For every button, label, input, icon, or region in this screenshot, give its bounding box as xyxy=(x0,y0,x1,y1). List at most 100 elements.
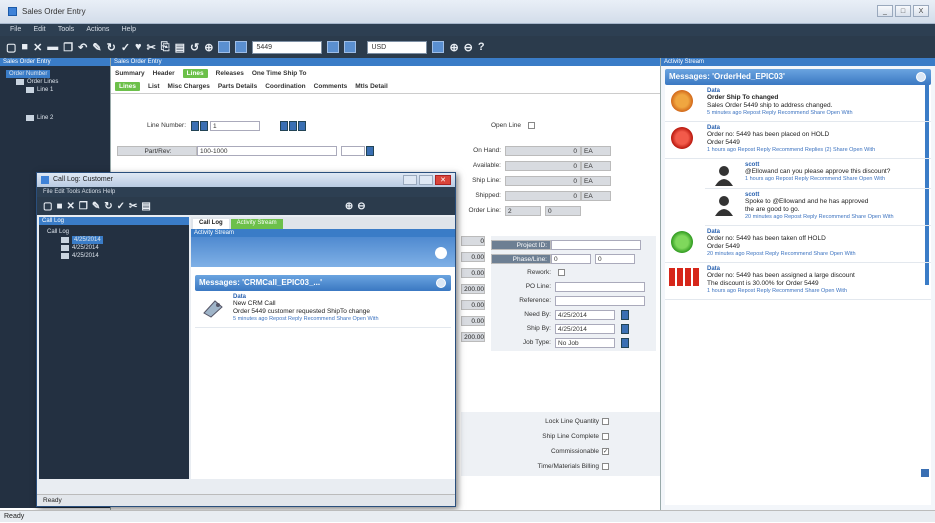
close-button[interactable]: X xyxy=(913,5,929,17)
zoom-in-icon[interactable]: ⊕ xyxy=(345,201,353,212)
heart-icon[interactable]: ♥ xyxy=(135,41,142,53)
chat-icon[interactable] xyxy=(916,72,926,82)
post-actions[interactable]: 1 hours ago Repost Reply Recommend Share… xyxy=(707,288,927,295)
tree-item-call-log[interactable]: Call Log xyxy=(47,228,189,236)
cut-icon[interactable]: ✂ xyxy=(147,41,156,54)
tree-item-order[interactable]: Order Number xyxy=(6,70,110,78)
subtab-misc-charges[interactable]: Misc Charges xyxy=(168,83,210,90)
tree-item-call[interactable]: 4/25/2014 xyxy=(47,244,189,252)
undo-icon[interactable]: ↶ xyxy=(78,41,87,54)
zoom-out-icon[interactable]: ⊖ xyxy=(464,41,473,54)
back-icon[interactable]: ↺ xyxy=(190,41,199,54)
copy-icon[interactable]: ❐ xyxy=(63,41,73,54)
last-line-button[interactable] xyxy=(289,120,298,131)
calendar-icon[interactable] xyxy=(621,323,629,334)
dialog-maximize-button[interactable] xyxy=(419,175,433,185)
prev-line-button[interactable] xyxy=(200,120,209,131)
open-line-checkbox[interactable] xyxy=(528,122,535,129)
folder-icon[interactable]: ▬ xyxy=(47,41,58,53)
order-number-field[interactable]: 5449 xyxy=(252,40,323,54)
calendar-icon[interactable] xyxy=(621,309,629,320)
post-actions[interactable]: 5 minutes ago Repost Reply Recommend Sha… xyxy=(707,110,927,117)
tree-item-lines[interactable]: Order Lines xyxy=(6,78,110,86)
currency-dropdown[interactable] xyxy=(432,41,445,53)
scroll-thumb[interactable] xyxy=(921,469,929,477)
subtab-coordination[interactable]: Coordination xyxy=(265,83,305,90)
commissionable-checkbox[interactable]: ✓ xyxy=(602,448,609,455)
print-icon[interactable]: ▤ xyxy=(141,201,150,212)
post-actions[interactable]: 1 hours ago Repost Reply Recommend Repli… xyxy=(707,147,927,154)
paste-icon[interactable]: ⎘ xyxy=(161,41,170,54)
delete-icon[interactable]: ✕ xyxy=(33,41,42,54)
post-actions[interactable]: 20 minutes ago Repost Reply Recommend Sh… xyxy=(707,251,927,258)
subtab-list[interactable]: List xyxy=(148,83,160,90)
rework-checkbox[interactable] xyxy=(558,269,565,276)
lock-qty-checkbox[interactable] xyxy=(602,418,609,425)
currency-field[interactable]: USD xyxy=(367,40,428,54)
help-icon[interactable]: ? xyxy=(478,41,485,53)
save-icon[interactable]: ■ xyxy=(56,201,62,212)
nav-first-button[interactable] xyxy=(218,41,231,53)
tree-item-call[interactable]: 4/25/2014 xyxy=(47,252,189,260)
tab-one-time-ship-to[interactable]: One Time Ship To xyxy=(252,70,307,77)
binoculars-icon[interactable]: ⊕ xyxy=(204,41,213,54)
chat-icon[interactable] xyxy=(436,278,446,288)
tree-item-line[interactable]: Line 2 xyxy=(6,114,110,122)
tab-lines[interactable]: Lines xyxy=(182,68,208,78)
nav-last-button[interactable] xyxy=(344,41,357,53)
menu-file[interactable]: File xyxy=(10,26,21,33)
post-actions[interactable]: 1 hours ago Repost Reply Recommend Share… xyxy=(745,176,927,183)
attach-icon[interactable]: ✎ xyxy=(92,201,100,212)
check-icon[interactable]: ✓ xyxy=(117,201,125,212)
line-number-field[interactable]: 1 xyxy=(210,120,261,131)
nav-next-button[interactable] xyxy=(327,41,340,53)
nav-prev-button[interactable] xyxy=(235,41,248,53)
menu-tools[interactable]: Tools xyxy=(58,26,74,33)
next-line-button[interactable] xyxy=(280,120,289,131)
chat-icon[interactable] xyxy=(435,247,447,259)
print-icon[interactable]: ▤ xyxy=(175,41,185,54)
menu-actions[interactable]: Actions xyxy=(86,26,109,33)
post-actions[interactable]: 5 minutes ago Repost Reply Recommend Sha… xyxy=(233,316,447,323)
new-line-button[interactable] xyxy=(298,120,307,131)
zoom-out-icon[interactable]: ⊖ xyxy=(357,201,365,212)
dialog-close-button[interactable]: ✕ xyxy=(435,175,451,185)
part-search-button[interactable] xyxy=(366,145,374,156)
post-actions[interactable]: 20 minutes ago Repost Reply Recommend Sh… xyxy=(745,214,927,221)
cut-icon[interactable]: ✂ xyxy=(129,201,137,212)
save-icon[interactable]: ■ xyxy=(21,41,28,53)
delete-icon[interactable]: ✕ xyxy=(67,201,75,212)
zoom-in-icon[interactable]: ⊕ xyxy=(449,41,458,54)
subtab-comments[interactable]: Comments xyxy=(314,83,348,90)
refresh-icon[interactable]: ↻ xyxy=(104,201,112,212)
check-icon[interactable]: ✓ xyxy=(121,41,130,54)
first-line-button[interactable] xyxy=(191,120,200,131)
tab-releases[interactable]: Releases xyxy=(216,70,244,77)
menu-help[interactable]: Help xyxy=(122,26,136,33)
ship-complete-checkbox[interactable] xyxy=(602,433,609,440)
tab-header[interactable]: Header xyxy=(153,70,175,77)
dropdown-icon[interactable] xyxy=(621,337,629,348)
tm-billing-checkbox[interactable] xyxy=(602,463,609,470)
tab-summary[interactable]: Summary xyxy=(115,70,145,77)
dialog-minimize-button[interactable] xyxy=(403,175,417,185)
subtab-lines[interactable]: Lines xyxy=(115,82,140,91)
tree-item-call[interactable]: 4/25/2014 xyxy=(47,236,189,244)
refresh-icon[interactable]: ↻ xyxy=(107,41,116,54)
maximize-button[interactable]: □ xyxy=(895,5,911,17)
tree-item-line[interactable]: Line 1 xyxy=(6,86,110,94)
subtab-mtls-detail[interactable]: Mtls Detail xyxy=(355,83,388,90)
dialog-menu-bar[interactable]: File Edit Tools Actions Help xyxy=(37,187,455,197)
attach-icon[interactable]: ✎ xyxy=(92,41,101,54)
user-avatar-icon xyxy=(713,194,735,216)
copy-icon[interactable]: ❐ xyxy=(79,201,88,212)
rev-field[interactable] xyxy=(341,145,365,156)
menu-edit[interactable]: Edit xyxy=(34,26,46,33)
minimize-button[interactable]: _ xyxy=(877,5,893,17)
tab-call-log[interactable]: Call Log xyxy=(193,219,229,229)
new-icon[interactable]: ▢ xyxy=(43,201,52,212)
new-icon[interactable]: ▢ xyxy=(6,41,16,54)
subtab-parts-details[interactable]: Parts Details xyxy=(218,83,257,90)
part-field[interactable]: 100-1000 xyxy=(197,145,337,156)
tab-activity-stream[interactable]: Activity Stream xyxy=(230,219,283,229)
